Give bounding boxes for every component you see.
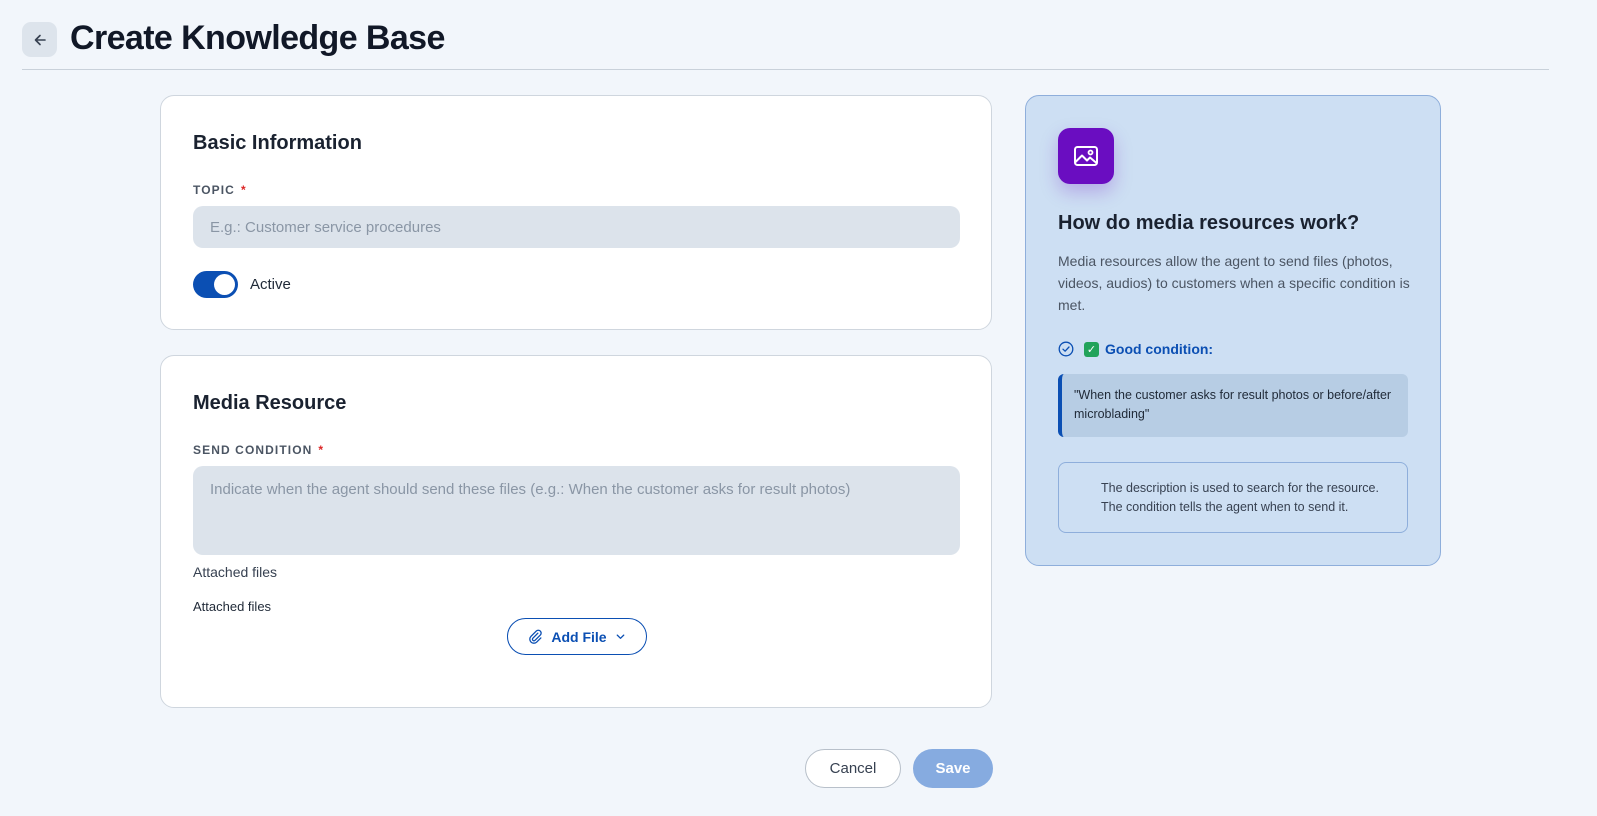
send-condition-label: SEND CONDITION *: [193, 443, 324, 457]
image-icon: [1074, 146, 1098, 166]
basic-information-title: Basic Information: [193, 132, 362, 154]
check-mark-icon: ✓: [1084, 341, 1099, 357]
good-condition-row: ✓ Good condition:: [1058, 341, 1213, 357]
cancel-button[interactable]: Cancel: [805, 749, 901, 788]
active-label: Active: [250, 276, 291, 293]
topic-label: TOPIC *: [193, 183, 247, 197]
check-circle-icon: [1058, 341, 1074, 357]
good-condition-label: Good condition:: [1105, 341, 1214, 357]
info-description: Media resources allow the agent to send …: [1058, 253, 1410, 313]
send-condition-label-text: SEND CONDITION: [193, 443, 313, 457]
topic-label-text: TOPIC: [193, 183, 235, 197]
note-line-1: The description is used to search for th…: [1101, 481, 1379, 495]
media-icon-tile: [1058, 128, 1114, 184]
add-file-label: Add File: [551, 628, 607, 645]
topic-input[interactable]: [193, 206, 960, 248]
note-line-2: The condition tells the agent when to se…: [1101, 500, 1349, 514]
save-button[interactable]: Save: [913, 749, 993, 788]
arrow-left-icon: [34, 34, 46, 45]
info-title: How do media resources work?: [1058, 212, 1360, 234]
chevron-down-icon: [616, 634, 624, 639]
attached-files-heading: Attached files: [193, 564, 278, 580]
page-title: Create Knowledge Base: [70, 19, 445, 57]
required-mark: *: [240, 183, 247, 197]
paperclip-icon: [529, 629, 543, 644]
send-condition-textarea[interactable]: [193, 466, 960, 555]
attached-files-sublabel: Attached files: [193, 599, 272, 614]
page-header: Create Knowledge Base: [22, 18, 1549, 70]
example-quote: "When the customer asks for result photo…: [1058, 374, 1408, 437]
basic-information-card: Basic Information TOPIC * Active: [160, 95, 992, 330]
add-file-button[interactable]: Add File: [507, 618, 647, 655]
info-note: The description is used to search for th…: [1058, 462, 1408, 533]
media-resource-title: Media Resource: [193, 392, 347, 414]
back-button[interactable]: [22, 22, 57, 57]
toggle-knob: [214, 274, 235, 295]
required-mark: *: [318, 443, 325, 457]
active-toggle[interactable]: [193, 271, 238, 298]
media-info-panel: How do media resources work? Media resou…: [1025, 95, 1441, 566]
media-resource-card: Media Resource SEND CONDITION * Attached …: [160, 355, 992, 708]
